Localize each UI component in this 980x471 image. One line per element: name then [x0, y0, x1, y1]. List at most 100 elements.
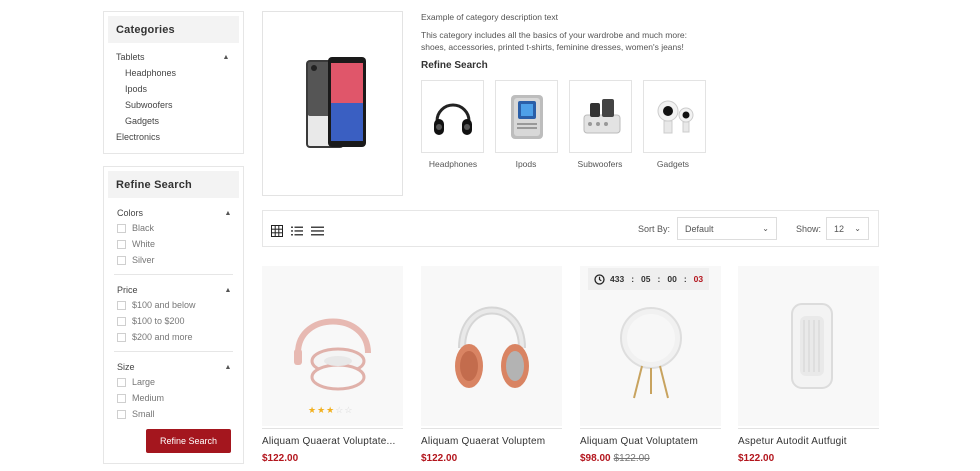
product-price: $122.00	[421, 453, 457, 464]
checkbox[interactable]	[117, 377, 126, 387]
table-view-icon[interactable]	[311, 225, 324, 237]
chevron-up-icon[interactable]: ▲	[223, 364, 233, 371]
grid-view-icon[interactable]	[271, 225, 283, 237]
filter-option[interactable]: Black	[114, 220, 233, 236]
checkbox[interactable]	[117, 223, 126, 233]
filter-title-colors[interactable]: Colors ▲	[114, 206, 233, 220]
subcategory-label[interactable]: Subwoofers	[560, 159, 640, 169]
chevron-up-icon[interactable]: ▲	[223, 287, 233, 294]
price-current: $122.00	[421, 453, 458, 464]
description-line: shoes, accessories, printed t-shirts, fe…	[421, 42, 684, 52]
divider	[738, 428, 879, 429]
filter-option[interactable]: $200 and more	[114, 329, 233, 345]
product-price: $122.00	[738, 453, 774, 464]
price-old: $122.00	[613, 453, 650, 464]
option-label: Small	[132, 409, 155, 419]
filter-option[interactable]: Medium	[114, 390, 233, 406]
timer-days: 433	[610, 274, 625, 284]
option-label: Black	[132, 223, 155, 233]
product-name[interactable]: Aliquam Quaerat Voluptate...	[262, 436, 395, 447]
category-label: Headphones	[125, 68, 177, 78]
sort-value: Default	[685, 223, 714, 234]
chevron-up-icon[interactable]: ▲	[223, 210, 233, 217]
subcategory-gadgets-tile[interactable]	[643, 80, 706, 153]
filter-title-label: Colors	[117, 208, 144, 218]
product-price: $98.00 $122.00	[580, 453, 650, 464]
product-image[interactable]	[421, 266, 562, 426]
filter-option[interactable]: Silver	[114, 252, 233, 268]
option-label: Medium	[132, 393, 165, 403]
checkbox[interactable]	[117, 409, 126, 419]
category-item-subwoofers[interactable]: Subwoofers	[116, 97, 231, 113]
chevron-down-icon: ⌄	[854, 224, 861, 233]
show-select[interactable]: 12 ⌄	[826, 217, 869, 240]
option-label: White	[132, 239, 156, 249]
filter-title-label: Price	[117, 285, 138, 295]
air-purifier-image	[790, 303, 833, 389]
product-toolbar: Sort By: Default ⌄ Show: 12 ⌄	[262, 210, 879, 247]
option-label: Large	[132, 377, 156, 387]
category-item-gadgets[interactable]: Gadgets	[116, 113, 231, 129]
filter-title-size[interactable]: Size ▲	[114, 360, 233, 374]
option-label: $200 and more	[132, 332, 193, 342]
subcategory-label[interactable]: Headphones	[413, 159, 493, 169]
category-item-ipods[interactable]: Ipods	[116, 81, 231, 97]
checkbox[interactable]	[117, 393, 126, 403]
filter-group-size: Size ▲ Large Medium Small	[114, 352, 233, 428]
list-view-icon[interactable]	[291, 225, 303, 237]
product-image[interactable]	[262, 266, 403, 426]
category-list: Tablets ▲ Headphones Ipods Subwoofers Ga…	[104, 43, 243, 145]
product-name[interactable]: Aliquam Quaerat Voluptem	[421, 436, 545, 447]
subcategory-label[interactable]: Gadgets	[633, 159, 713, 169]
option-label: $100 to $200	[132, 316, 185, 326]
filter-option[interactable]: $100 and below	[114, 297, 233, 313]
category-description: This category includes all the basics of…	[421, 29, 751, 53]
charging-dock-icon	[583, 98, 620, 133]
product-name[interactable]: Aliquam Quat Voluptatem	[580, 436, 698, 447]
headphones-icon	[433, 103, 472, 135]
product-rating: ★★★☆☆	[308, 405, 353, 416]
filter-option[interactable]: $100 to $200	[114, 313, 233, 329]
category-label: Subwoofers	[125, 100, 173, 110]
refine-panel: Refine Search Colors ▲ Black White Silve…	[103, 166, 244, 464]
category-label: Gadgets	[125, 116, 160, 126]
filter-group-price: Price ▲ $100 and below $100 to $200 $200…	[114, 275, 233, 352]
checkbox[interactable]	[117, 332, 126, 342]
product-name[interactable]: Aspetur Autodit Autfugit	[738, 436, 847, 447]
show-value: 12	[834, 223, 845, 234]
star-icon: ★	[317, 405, 327, 415]
checkbox[interactable]	[117, 300, 126, 310]
product-image[interactable]	[738, 266, 879, 426]
category-item-headphones[interactable]: Headphones	[116, 65, 231, 81]
star-empty-icon: ☆	[344, 405, 354, 415]
subcategory-headphones-tile[interactable]	[421, 80, 484, 153]
filter-group-colors: Colors ▲ Black White Silver	[114, 198, 233, 275]
checkbox[interactable]	[117, 239, 126, 249]
sort-select[interactable]: Default ⌄	[677, 217, 777, 240]
filter-title-price[interactable]: Price ▲	[114, 283, 233, 297]
category-label: Tablets	[116, 52, 145, 62]
star-icon: ★	[308, 405, 318, 415]
rose-gold-headphones-image	[293, 318, 371, 391]
filter-option[interactable]: White	[114, 236, 233, 252]
chevron-up-icon[interactable]: ▲	[221, 54, 231, 61]
phone-image	[305, 56, 366, 148]
filter-option[interactable]: Large	[114, 374, 233, 390]
category-image	[262, 11, 403, 196]
subcategory-subwoofers-tile[interactable]	[569, 80, 632, 153]
subcategory-label[interactable]: Ipods	[486, 159, 566, 169]
checkbox[interactable]	[117, 255, 126, 265]
timer-hours: 05	[641, 274, 651, 284]
product-image[interactable]	[580, 266, 721, 426]
price-current: $122.00	[262, 453, 299, 464]
option-label: $100 and below	[132, 300, 196, 310]
category-item-tablets[interactable]: Tablets ▲	[116, 49, 231, 65]
divider	[262, 428, 403, 429]
filter-option[interactable]: Small	[114, 406, 233, 422]
subcategory-ipods-tile[interactable]	[495, 80, 558, 153]
category-item-electronics[interactable]: Electronics	[116, 129, 231, 145]
description-line: This category includes all the basics of…	[421, 30, 687, 40]
checkbox[interactable]	[117, 316, 126, 326]
show-label: Show:	[796, 224, 822, 234]
refine-search-button[interactable]: Refine Search	[146, 429, 231, 453]
